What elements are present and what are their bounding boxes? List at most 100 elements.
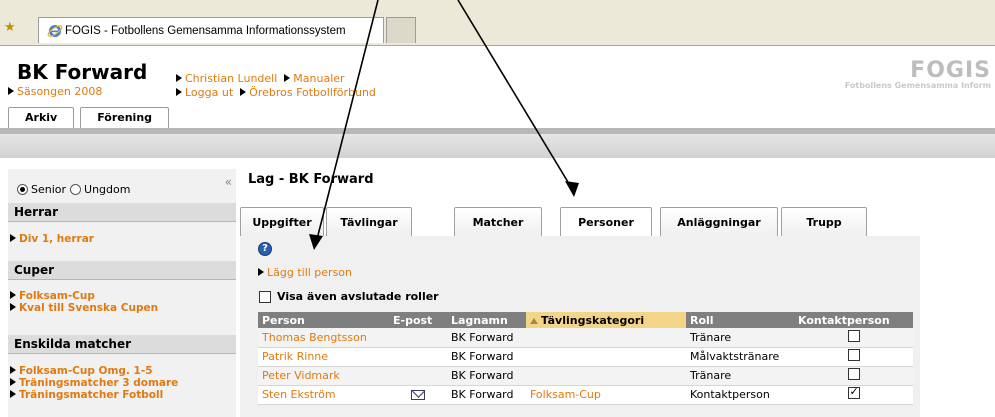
logo-title: FOGIS: [910, 58, 991, 83]
col-category[interactable]: Tävlingskategori: [526, 312, 686, 328]
col-email[interactable]: E-post: [389, 312, 447, 328]
table-row: Thomas Bengtsson BK Forward Tränare: [258, 328, 913, 348]
arrow-right-icon: [176, 88, 182, 96]
contact-cell: [794, 347, 913, 367]
table-row: Patrik Rinne BK Forward Målvaktstränare: [258, 347, 913, 367]
arrow-right-icon: [240, 88, 247, 96]
level-selector: Senior Ungdom: [17, 183, 130, 196]
favorites-star-icon[interactable]: ★: [4, 21, 18, 35]
team-cell: BK Forward: [447, 385, 526, 405]
email-cell: [389, 366, 447, 386]
persons-table: Person E-post Lagnamn Tävlingskategori R…: [258, 312, 913, 405]
contact-checkbox[interactable]: [847, 329, 860, 342]
radio-youth-label: Ungdom: [84, 183, 131, 196]
tab-trupp[interactable]: Trupp: [781, 207, 867, 236]
tab-anlaggningar[interactable]: Anläggningar: [660, 207, 778, 236]
col-contact[interactable]: Kontaktperson: [794, 312, 913, 328]
section-cuper: Cuper: [8, 261, 236, 280]
mail-icon[interactable]: [411, 390, 425, 400]
sort-ascending-icon: [530, 317, 538, 324]
new-tab-button[interactable]: [386, 17, 416, 43]
arrow-right-icon: [10, 234, 16, 242]
category-cell[interactable]: [526, 347, 686, 367]
season-label: Säsongen 2008: [17, 85, 103, 98]
email-cell: [389, 347, 447, 367]
email-cell: [389, 385, 447, 405]
contact-checkbox-checked[interactable]: [847, 385, 860, 399]
sidebar-item-traningsmatcher-3-domare[interactable]: Träningsmatcher 3 domare: [10, 378, 178, 389]
email-cell: [389, 328, 447, 348]
sidebar-item-kval-svenska-cupen[interactable]: Kval till Svenska Cupen: [10, 303, 158, 314]
annotation-arrowhead: [565, 181, 579, 197]
logout-link[interactable]: Logga ut: [176, 86, 233, 99]
table-row: Sten Ekström BK Forward Folksam-Cup Kont…: [258, 385, 913, 405]
contact-checkbox[interactable]: [847, 368, 860, 380]
arrow-right-icon: [258, 268, 264, 276]
contact-cell: [794, 328, 913, 348]
tab-personer[interactable]: Personer: [560, 207, 652, 237]
sidebar-item-folksam-omg[interactable]: Folksam-Cup Omg. 1-5: [10, 366, 153, 377]
team-cell: BK Forward: [447, 366, 526, 386]
browser-tab[interactable]: FOGIS - Fotbollens Gemensamma Informatio…: [38, 17, 384, 43]
show-ended-roles-checkbox[interactable]: [259, 290, 271, 303]
sidebar-item-folksam-cup[interactable]: Folksam-Cup: [10, 291, 95, 302]
team-cell: BK Forward: [447, 347, 526, 367]
radio-senior-label: Senior: [31, 183, 67, 196]
tab-forening[interactable]: Förening: [80, 107, 170, 129]
logo-subtitle: Fotbollens Gemensamma Inform: [844, 81, 991, 90]
person-name[interactable]: Sten Ekström: [258, 385, 389, 405]
club-name: BK Forward: [17, 60, 148, 84]
contact-cell: [794, 366, 913, 386]
season-link[interactable]: Säsongen 2008: [8, 85, 102, 98]
role-cell: Tränare: [686, 328, 794, 348]
contact-cell: [794, 385, 913, 405]
main-nav: Arkiv Förening: [8, 107, 175, 129]
col-team[interactable]: Lagnamn: [447, 312, 526, 328]
tab-tavlingar[interactable]: Tävlingar: [326, 207, 412, 236]
role-cell: Tränare: [686, 366, 794, 386]
browser-tab-strip: ★ FOGIS - Fotbollens Gemensamma Informat…: [0, 0, 995, 46]
arrow-right-icon: [10, 390, 16, 398]
arrow-right-icon: [10, 366, 16, 374]
col-role[interactable]: Roll: [686, 312, 794, 328]
category-cell[interactable]: [526, 366, 686, 386]
person-name[interactable]: Peter Vidmark: [258, 366, 389, 386]
fogis-logo: FOGIS Fotbollens Gemensamma Inform: [845, 58, 991, 90]
category-cell[interactable]: Folksam-Cup: [526, 385, 686, 405]
role-cell: Målvaktstränare: [686, 347, 794, 367]
radio-senior[interactable]: [17, 184, 28, 195]
table-header-row: Person E-post Lagnamn Tävlingskategori R…: [258, 312, 913, 328]
user-link[interactable]: Christian Lundell: [176, 72, 277, 85]
arrow-right-icon: [8, 87, 14, 95]
section-herrar: Herrar: [8, 203, 236, 222]
team-cell: BK Forward: [447, 328, 526, 348]
page-title: Lag - BK Forward: [248, 172, 374, 187]
person-name[interactable]: Thomas Bengtsson: [258, 328, 389, 348]
radio-youth[interactable]: [70, 184, 82, 195]
add-person-link[interactable]: Lägg till person: [258, 266, 352, 279]
tab-uppgifter[interactable]: Uppgifter: [240, 207, 324, 236]
header-links: Christian Lundell Manualer Logga ut Öreb…: [176, 72, 376, 100]
section-enskilda-matcher: Enskilda matcher: [8, 335, 236, 354]
role-cell: Kontaktperson: [686, 385, 794, 405]
tab-matcher[interactable]: Matcher: [454, 207, 542, 236]
arrow-right-icon: [284, 74, 291, 82]
contact-checkbox[interactable]: [847, 349, 860, 361]
col-person[interactable]: Person: [258, 312, 389, 328]
show-ended-roles-label: Visa även avslutade roller: [277, 290, 439, 303]
federation-link[interactable]: Örebros Fotbollförbund: [240, 86, 376, 99]
arrow-right-icon: [10, 291, 16, 299]
sidebar-item-div1[interactable]: Div 1, herrar: [10, 234, 94, 245]
content-tabs: Uppgifter Tävlingar Matcher Personer Anl…: [240, 207, 920, 237]
arrow-right-icon: [10, 378, 16, 386]
arrow-right-icon: [176, 74, 182, 82]
tab-arkiv[interactable]: Arkiv: [8, 107, 75, 129]
show-ended-roles: Visa även avslutade roller: [259, 290, 439, 303]
sidebar-item-traningsmatcher-fotboll[interactable]: Träningsmatcher Fotboll: [10, 390, 163, 401]
manuals-link[interactable]: Manualer: [284, 72, 345, 85]
category-cell[interactable]: [526, 328, 686, 348]
collapse-sidebar-icon[interactable]: «: [225, 175, 232, 189]
subnav-bar: [0, 134, 995, 158]
person-name[interactable]: Patrik Rinne: [258, 347, 389, 367]
help-icon[interactable]: ?: [258, 242, 272, 256]
